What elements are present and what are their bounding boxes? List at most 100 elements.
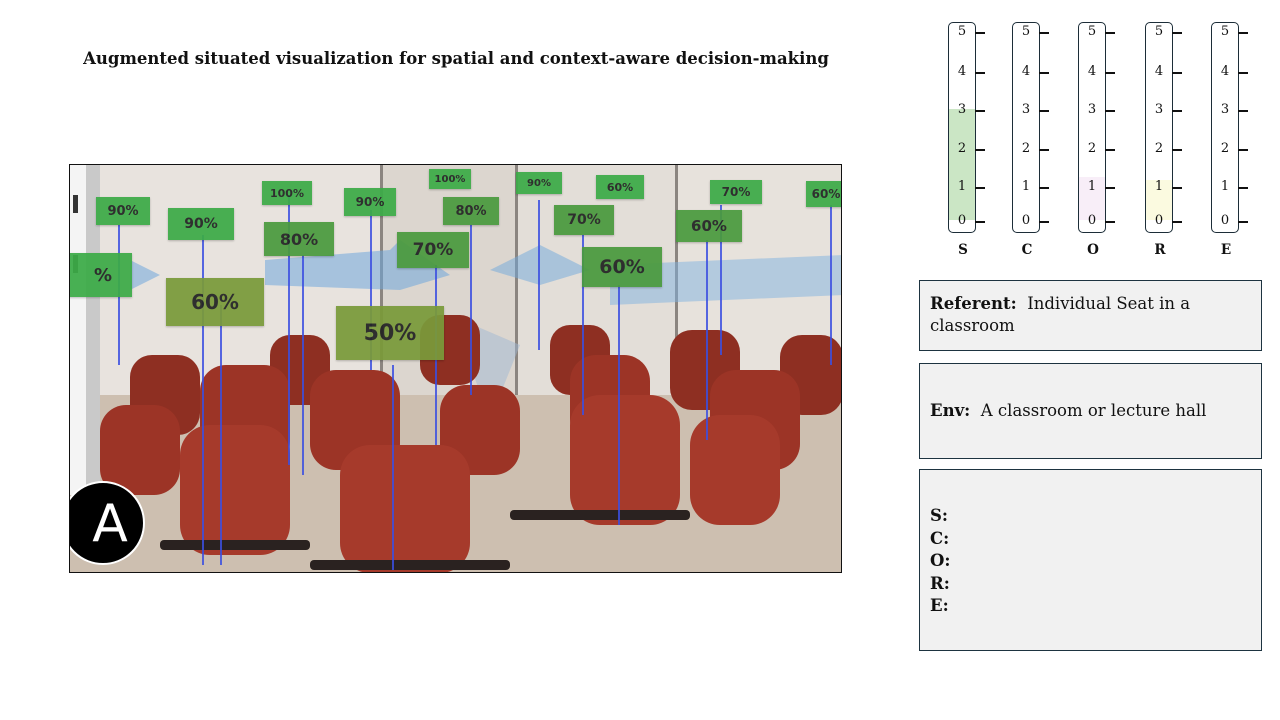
seat-score-label: 100% <box>429 169 471 189</box>
score-fields-box: S: C: O: R: E: <box>919 469 1262 651</box>
gauge-tick-mark <box>975 72 985 74</box>
gauge-tick-label: 2 <box>1021 141 1031 156</box>
score-field-o: O: <box>930 551 951 570</box>
gauge-o: 5 4 3 2 1 0 <box>1078 22 1115 233</box>
gauge-tick-mark <box>975 110 985 112</box>
gauge-tick-label: 2 <box>1220 141 1230 156</box>
gauge-tick-label: 0 <box>1154 213 1164 228</box>
gauge-tick-label: 4 <box>1154 64 1164 79</box>
gauge-tick-label: 1 <box>1021 179 1031 194</box>
gauge-letter-o: O <box>1087 242 1099 258</box>
gauge-tick-mark <box>1039 72 1049 74</box>
gauge-s: 5 4 3 2 1 0 <box>948 22 985 233</box>
seat-score-label: 90% <box>168 208 234 240</box>
seat-score-label: 90% <box>96 197 150 225</box>
gauge-letter-r: R <box>1154 242 1166 258</box>
gauge-tube <box>1145 22 1173 233</box>
gauge-tick-mark <box>1238 149 1248 151</box>
gauge-tick-label: 4 <box>1021 64 1031 79</box>
gauge-tick-label: 5 <box>1087 24 1097 39</box>
gauge-tick-label: 2 <box>1154 141 1164 156</box>
gauge-tick-mark <box>975 221 985 223</box>
gauge-tick-mark <box>1105 32 1115 34</box>
gauge-tick-mark <box>1039 32 1049 34</box>
seat-score-label: 60% <box>166 278 264 326</box>
referent-label: Referent: <box>930 294 1017 313</box>
seat-score-label: 70% <box>554 205 614 235</box>
gauge-tick-mark <box>1238 221 1248 223</box>
gauge-tick-label: 3 <box>957 102 967 117</box>
seat-score-label: 60% <box>582 247 662 287</box>
gauge-tick-label: 4 <box>957 64 967 79</box>
gauge-tick-label: 5 <box>1154 24 1164 39</box>
gauge-tick-label: 5 <box>1021 24 1031 39</box>
seat-score-label: 100% <box>262 181 312 205</box>
gauge-tick-label: 1 <box>1220 179 1230 194</box>
gauge-tick-label: 0 <box>1087 213 1097 228</box>
gauge-tick-label: 1 <box>1154 179 1164 194</box>
gauge-tick-mark <box>1105 149 1115 151</box>
referent-box: Referent: Individual Seat in a classroom <box>919 280 1262 351</box>
gauge-tick-label: 2 <box>957 141 967 156</box>
gauge-tick-label: 4 <box>1087 64 1097 79</box>
gauge-tick-label: 0 <box>1220 213 1230 228</box>
ar-visualization-figure: 90% 90% 100% 90% 100% 80% 90% 80% 70% 70… <box>69 164 842 573</box>
environment-box: Env: A classroom or lecture hall <box>919 363 1262 459</box>
gauge-tick-mark <box>1039 187 1049 189</box>
gauge-tick-mark <box>1039 221 1049 223</box>
gauge-letter-e: E <box>1220 242 1232 258</box>
gauge-fill <box>949 108 975 220</box>
gauge-e: 5 4 3 2 1 0 <box>1211 22 1248 233</box>
gauge-tick-mark <box>1172 72 1182 74</box>
page-title: Augmented situated visualization for spa… <box>83 49 829 68</box>
gauge-r: 5 4 3 2 1 0 <box>1145 22 1182 233</box>
gauge-tick-mark <box>1172 149 1182 151</box>
seat-score-label: % <box>70 253 132 297</box>
gauge-tick-mark <box>975 32 985 34</box>
gauge-tick-label: 5 <box>1220 24 1230 39</box>
gauge-tick-mark <box>1172 110 1182 112</box>
gauge-tick-label: 0 <box>1021 213 1031 228</box>
gauge-tube <box>1211 22 1239 233</box>
seat-score-label: 90% <box>344 188 396 216</box>
gauge-letter-c: C <box>1021 242 1033 258</box>
gauge-tick-label: 2 <box>1087 141 1097 156</box>
seat-score-label: 90% <box>516 172 562 194</box>
gauge-tick-mark <box>1105 187 1115 189</box>
gauge-tick-mark <box>1105 110 1115 112</box>
gauge-tick-label: 0 <box>957 213 967 228</box>
gauge-tick-mark <box>1105 72 1115 74</box>
gauge-tick-mark <box>1238 72 1248 74</box>
gauge-tick-mark <box>1039 149 1049 151</box>
gauge-tube <box>1078 22 1106 233</box>
seat-score-label: 80% <box>443 197 499 225</box>
gauge-tick-label: 3 <box>1220 102 1230 117</box>
gauge-tick-label: 3 <box>1021 102 1031 117</box>
seat-score-label: 60% <box>676 210 742 242</box>
gauge-tube <box>948 22 976 233</box>
gauge-tick-mark <box>1172 32 1182 34</box>
seat-score-label: 70% <box>710 180 762 204</box>
gauge-tick-mark <box>975 187 985 189</box>
gauge-tick-mark <box>1039 110 1049 112</box>
gauge-tick-mark <box>1238 32 1248 34</box>
environment-text: A classroom or lecture hall <box>980 401 1207 420</box>
seat-score-label: 60% <box>806 181 841 207</box>
score-field-e: E: <box>930 596 949 615</box>
seat-score-label: 80% <box>264 222 334 256</box>
gauge-tick-label: 3 <box>1087 102 1097 117</box>
score-field-s: S: <box>930 506 949 525</box>
gauge-tick-label: 1 <box>957 179 967 194</box>
gauge-tick-label: 4 <box>1220 64 1230 79</box>
gauge-tick-mark <box>1105 221 1115 223</box>
score-field-c: C: <box>930 528 950 548</box>
gauge-letter-s: S <box>958 242 968 258</box>
environment-label: Env: <box>930 401 971 420</box>
seat-score-label: 50% <box>336 306 444 360</box>
gauge-tick-label: 5 <box>957 24 967 39</box>
gauge-tick-mark <box>1238 110 1248 112</box>
gauge-tick-mark <box>1172 187 1182 189</box>
gauge-c: 5 4 3 2 1 0 <box>1012 22 1049 233</box>
seat-score-label: 60% <box>596 175 644 199</box>
gauge-tick-mark <box>1172 221 1182 223</box>
